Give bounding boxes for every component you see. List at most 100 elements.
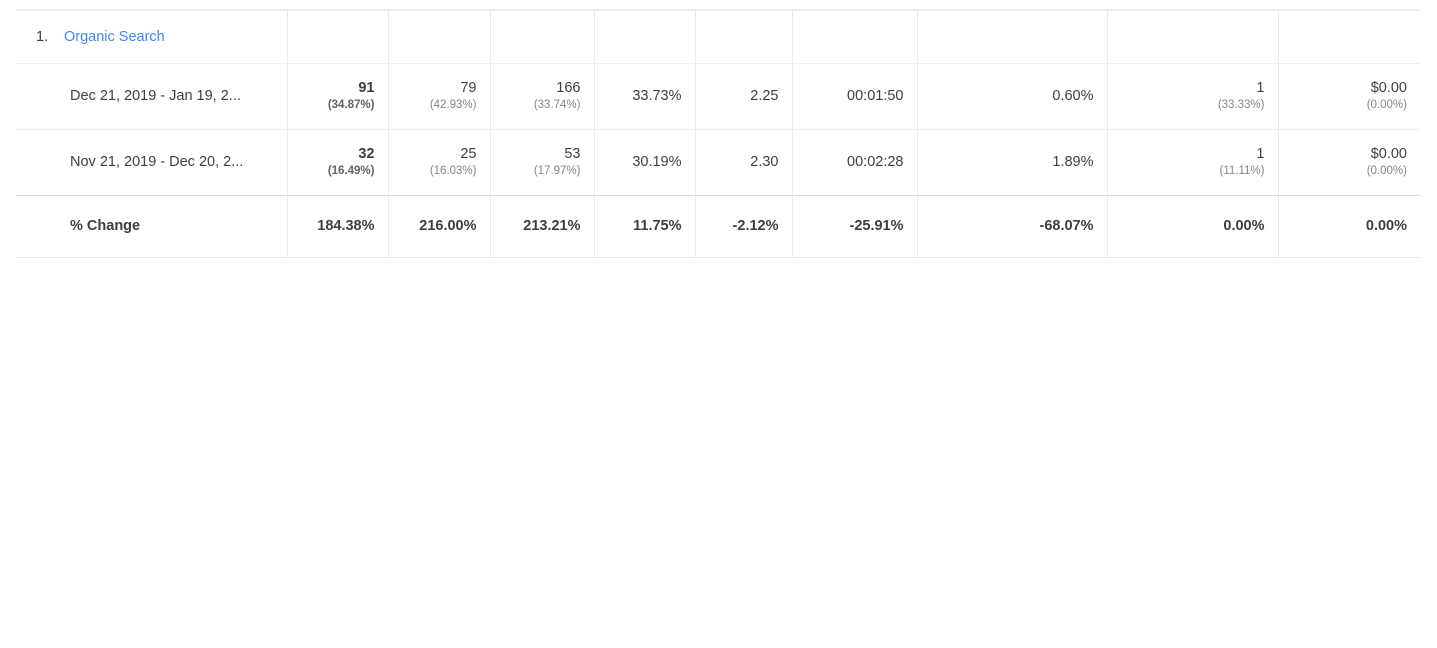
percent-change-label: % Change bbox=[70, 217, 141, 234]
cell-bounce_rate: 11.75% bbox=[593, 194, 695, 257]
cell-value-avg_session_duration: -25.91% bbox=[849, 217, 904, 234]
bottom-rule-cell bbox=[287, 256, 388, 258]
cell-conversion_rate: 1.89% bbox=[916, 128, 1107, 195]
cell-value-goal_value: $0.00 bbox=[1370, 80, 1407, 97]
cell-value-new_users: 25 bbox=[460, 146, 477, 163]
table-group-row: 1. Organic Search bbox=[16, 9, 1420, 63]
group-empty-cell-bounce_rate bbox=[593, 9, 695, 63]
group-empty-cell-new_users bbox=[387, 9, 490, 63]
cell-percent-new_users: (16.03%) bbox=[429, 164, 477, 177]
group-empty-cell-users bbox=[286, 9, 388, 63]
cell-value-bounce_rate: 30.19% bbox=[632, 153, 682, 170]
cell-conversion_rate: -68.07% bbox=[916, 194, 1107, 257]
group-empty-cell-goal_completions bbox=[1106, 9, 1278, 63]
group-empty-cell-avg_session_duration bbox=[791, 9, 917, 63]
page-root: 1. Organic Search Dec 21, 2019 - Jan 19, 2… bbox=[0, 0, 1437, 648]
cell-pages_per_session: -2.12% bbox=[694, 194, 792, 257]
group-empty-cell-sessions bbox=[489, 9, 594, 63]
cell-value-new_users: 79 bbox=[460, 80, 477, 97]
bottom-rule-cell bbox=[1278, 256, 1420, 258]
cell-users: 184.38% bbox=[286, 194, 388, 257]
cell-percent-users: (34.87%) bbox=[327, 98, 375, 111]
table-row: Dec 21, 2019 - Jan 19, 2... 91 (34.87%) 79(… bbox=[16, 62, 1420, 129]
bottom-rule-cell bbox=[792, 256, 917, 258]
cell-goal_completions: 1 (11.11%) bbox=[1106, 128, 1278, 195]
bottom-rule-cell bbox=[388, 256, 490, 258]
cell-sessions: 213.21% bbox=[489, 194, 594, 257]
cell-goal_value: $0.00 (0.00%) bbox=[1277, 128, 1420, 195]
cell-value-goal_completions: 1 bbox=[1256, 146, 1265, 163]
cell-avg_session_duration: -25.91% bbox=[791, 194, 917, 257]
cell-value-goal_completions: 1 bbox=[1256, 80, 1265, 97]
group-label-organic-search[interactable]: Organic Search bbox=[64, 29, 165, 45]
cell-bounce_rate: 33.73% bbox=[593, 62, 695, 129]
cell-value-pages_per_session: 2.30 bbox=[750, 153, 779, 170]
group-empty-cell-conversion_rate bbox=[916, 9, 1107, 63]
cell-conversion_rate: 0.60% bbox=[916, 62, 1107, 129]
cell-new_users: 79 (42.93%) bbox=[387, 62, 490, 129]
cell-avg_session_duration: 00:02:28 bbox=[791, 128, 917, 195]
bottom-rule-cell bbox=[16, 256, 287, 258]
cell-value-sessions: 53 bbox=[564, 146, 581, 163]
cell-value-goal_completions: 0.00% bbox=[1223, 217, 1265, 234]
bottom-rule-cell bbox=[594, 256, 695, 258]
analytics-comparison-table-container: 1. Organic Search Dec 21, 2019 - Jan 19, 2… bbox=[16, 9, 1420, 258]
table-row: Nov 21, 2019 - Dec 20, 2... 32 (16.49%) 25(… bbox=[16, 128, 1420, 195]
cell-value-bounce_rate: 33.73% bbox=[632, 87, 682, 104]
cell-value-new_users: 216.00% bbox=[419, 217, 477, 234]
cell-pages_per_session: 2.30 bbox=[694, 128, 792, 195]
cell-users: 32 (16.49%) bbox=[286, 128, 388, 195]
bottom-rule-cell bbox=[917, 256, 1107, 258]
cell-value-conversion_rate: 1.89% bbox=[1052, 153, 1094, 170]
cell-value-avg_session_duration: 00:02:28 bbox=[847, 153, 904, 170]
cell-percent-goal_completions: (11.11%) bbox=[1219, 164, 1265, 177]
row-dimension-cell: Dec 21, 2019 - Jan 19, 2... bbox=[16, 62, 287, 129]
cell-new_users: 25 (16.03%) bbox=[387, 128, 490, 195]
cell-value-avg_session_duration: 00:01:50 bbox=[847, 87, 904, 104]
cell-value-goal_value: 0.00% bbox=[1365, 217, 1407, 234]
cell-value-conversion_rate: 0.60% bbox=[1052, 87, 1094, 104]
cell-goal_completions: 0.00% bbox=[1106, 194, 1278, 257]
cell-percent-sessions: (17.97%) bbox=[533, 164, 581, 177]
bottom-rule-cell bbox=[695, 256, 792, 258]
cell-value-users: 184.38% bbox=[317, 217, 375, 234]
group-index: 1. bbox=[36, 28, 49, 45]
cell-value-bounce_rate: 11.75% bbox=[633, 217, 682, 234]
cell-percent-new_users: (42.93%) bbox=[429, 98, 477, 111]
group-empty-cell-goal_value bbox=[1277, 9, 1420, 63]
cell-users: 91 (34.87%) bbox=[286, 62, 388, 129]
cell-goal_completions: 1 (33.33%) bbox=[1106, 62, 1278, 129]
cell-value-conversion_rate: -68.07% bbox=[1039, 217, 1094, 234]
table-percent-change-row: % Change 184.38% 216.00% 213.21% 11.75% -2.12… bbox=[16, 194, 1420, 257]
analytics-comparison-table: 1. Organic Search Dec 21, 2019 - Jan 19, 2… bbox=[16, 9, 1420, 258]
table-bottom-rule bbox=[16, 256, 1420, 258]
cell-value-users: 32 bbox=[358, 146, 375, 163]
cell-new_users: 216.00% bbox=[387, 194, 490, 257]
cell-bounce_rate: 30.19% bbox=[593, 128, 695, 195]
group-empty-cell-pages_per_session bbox=[694, 9, 792, 63]
cell-value-sessions: 166 bbox=[556, 80, 581, 97]
group-dimension-cell: 1. Organic Search bbox=[16, 9, 287, 63]
cell-goal_value: $0.00 (0.00%) bbox=[1277, 62, 1420, 129]
cell-sessions: 166 (33.74%) bbox=[489, 62, 594, 129]
cell-pages_per_session: 2.25 bbox=[694, 62, 792, 129]
cell-percent-goal_value: (0.00%) bbox=[1366, 164, 1407, 177]
date-range-label: Nov 21, 2019 - Dec 20, 2... bbox=[70, 153, 244, 170]
bottom-rule-cell bbox=[490, 256, 594, 258]
cell-value-pages_per_session: -2.12% bbox=[732, 217, 779, 234]
cell-percent-goal_value: (0.00%) bbox=[1366, 98, 1407, 111]
bottom-rule-cell bbox=[1107, 256, 1278, 258]
date-range-label: Dec 21, 2019 - Jan 19, 2... bbox=[70, 87, 241, 104]
cell-value-pages_per_session: 2.25 bbox=[750, 87, 779, 104]
cell-sessions: 53 (17.97%) bbox=[489, 128, 594, 195]
cell-value-sessions: 213.21% bbox=[523, 217, 581, 234]
cell-avg_session_duration: 00:01:50 bbox=[791, 62, 917, 129]
cell-value-users: 91 bbox=[358, 80, 375, 97]
cell-goal_value: 0.00% bbox=[1277, 194, 1420, 257]
cell-percent-sessions: (33.74%) bbox=[533, 98, 581, 111]
row-dimension-cell: % Change bbox=[16, 194, 287, 257]
cell-percent-users: (16.49%) bbox=[327, 164, 375, 177]
row-dimension-cell: Nov 21, 2019 - Dec 20, 2... bbox=[16, 128, 287, 195]
cell-percent-goal_completions: (33.33%) bbox=[1217, 98, 1265, 111]
cell-value-goal_value: $0.00 bbox=[1370, 146, 1407, 163]
